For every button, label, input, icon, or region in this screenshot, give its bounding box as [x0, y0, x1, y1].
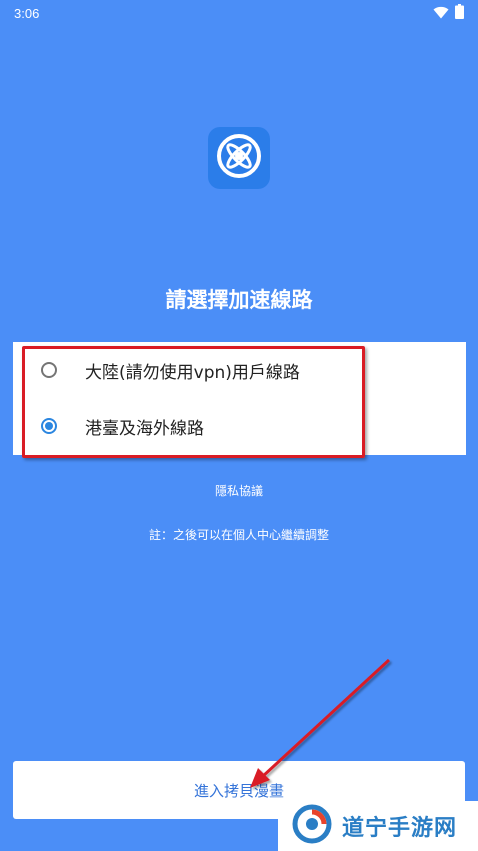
app-logo: [208, 127, 270, 189]
radio-mainland[interactable]: [41, 362, 57, 378]
watermark: 道宁手游网: [278, 801, 478, 851]
privacy-policy-link[interactable]: 隱私協議: [0, 482, 478, 499]
settings-note: 註：之後可以在個人中心繼續調整: [148, 528, 329, 542]
route-option-mainland[interactable]: 大陸(請勿使用vpn)用戶線路: [13, 342, 466, 398]
status-bar: 3:06: [0, 0, 478, 26]
route-option-label: 港臺及海外線路: [85, 418, 204, 439]
watermark-logo-icon: [292, 804, 332, 848]
status-time: 3:06: [14, 5, 40, 21]
route-option-label: 大陸(請勿使用vpn)用戶線路: [85, 362, 300, 383]
page-title: 請選擇加速線路: [165, 288, 313, 312]
battery-icon: [455, 3, 464, 23]
app-logo-icon: [214, 131, 264, 185]
watermark-text: 道宁手游网: [342, 816, 458, 841]
status-icons: [433, 3, 464, 23]
radio-overseas[interactable]: [41, 418, 57, 434]
wifi-icon: [433, 4, 449, 23]
route-option-overseas[interactable]: 港臺及海外線路: [13, 398, 466, 454]
